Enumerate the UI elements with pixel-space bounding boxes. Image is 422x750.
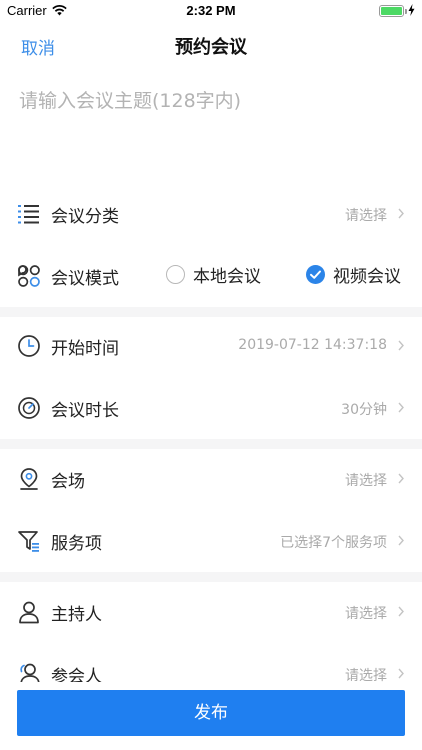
chevron-right-icon xyxy=(398,473,404,484)
start-time-row[interactable]: 开始时间 2019-07-12 14:37:18 xyxy=(0,315,422,377)
category-label: 会议分类 xyxy=(51,207,119,227)
chevron-right-icon xyxy=(398,535,404,546)
venue-row[interactable]: 会场 请选择 xyxy=(0,448,422,510)
topic-placeholder: 请输入会议主题(128字内) xyxy=(19,90,242,112)
topic-input[interactable]: 请输入会议主题(128字内) xyxy=(19,86,403,176)
charging-icon xyxy=(408,4,415,16)
venue-value: 请选择 xyxy=(345,473,387,489)
chevron-right-icon xyxy=(398,340,404,351)
nav-bar: 取消 预约会议 xyxy=(0,22,422,68)
person-icon xyxy=(19,601,39,624)
radio-local-label: 本地会议 xyxy=(193,267,261,287)
services-label: 服务项 xyxy=(51,534,102,554)
location-pin-icon xyxy=(20,468,38,490)
chevron-right-icon xyxy=(398,402,404,413)
start-time-value: 2019-07-12 14:37:18 xyxy=(238,337,387,353)
clock-icon xyxy=(18,335,40,357)
radio-unchecked-icon xyxy=(166,265,185,284)
status-time: 2:32 PM xyxy=(186,3,236,18)
mode-row: 会议模式 本地会议 视频会议 xyxy=(0,245,422,307)
category-value: 请选择 xyxy=(345,208,387,224)
radio-checked-icon xyxy=(306,265,325,284)
host-row[interactable]: 主持人 请选择 xyxy=(0,581,422,643)
chevron-right-icon xyxy=(398,606,404,617)
timer-icon xyxy=(18,397,40,419)
duration-row[interactable]: 会议时长 30分钟 xyxy=(0,377,422,439)
start-time-label: 开始时间 xyxy=(51,339,119,359)
host-value: 请选择 xyxy=(345,606,387,622)
category-row[interactable]: 会议分类 请选择 xyxy=(0,183,422,245)
services-value: 已选择7个服务项 xyxy=(280,535,387,551)
status-bar: Carrier 2:32 PM xyxy=(0,0,422,22)
battery-icon xyxy=(379,5,407,17)
list-icon xyxy=(18,205,39,224)
page-title: 预约会议 xyxy=(175,37,247,58)
mode-label: 会议模式 xyxy=(51,269,119,289)
venue-label: 会场 xyxy=(51,472,85,492)
host-label: 主持人 xyxy=(51,605,102,625)
chevron-right-icon xyxy=(398,208,404,219)
duration-value: 30分钟 xyxy=(341,402,387,418)
radio-video-label: 视频会议 xyxy=(333,267,401,287)
chevron-right-icon xyxy=(398,668,404,679)
duration-label: 会议时长 xyxy=(51,401,119,421)
filter-icon xyxy=(18,531,39,552)
mode-grid-icon xyxy=(18,265,40,287)
publish-button[interactable]: 发布 xyxy=(17,690,405,736)
services-row[interactable]: 服务项 已选择7个服务项 xyxy=(0,510,422,572)
